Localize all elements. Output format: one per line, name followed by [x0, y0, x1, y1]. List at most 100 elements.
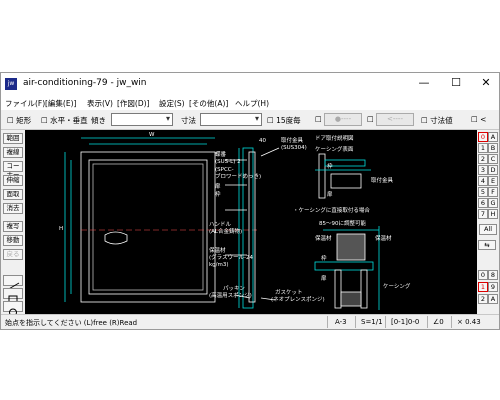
- btn1-checkbox[interactable]: ☐: [315, 115, 322, 124]
- hv-label: 水平・垂直: [50, 116, 88, 125]
- mode-button-1[interactable]: ●----: [324, 113, 362, 126]
- angle-readout[interactable]: ∠0: [433, 318, 444, 326]
- layer-group-3[interactable]: 3: [478, 165, 488, 175]
- cad-drawing: W H 40 蝶番 (SUS-L) 2 (SPCC- ブロワードめっき) 扉 枠…: [59, 132, 411, 310]
- dim-h-label: H: [59, 226, 63, 232]
- menu-view[interactable]: 表示(V): [87, 98, 113, 109]
- title-bar: jw air-conditioning-79 - jw_win — ☐ ✕: [1, 73, 499, 95]
- dim-40-label: 40: [259, 138, 266, 144]
- frame-top-label: 枠: [215, 190, 221, 198]
- rectangle-tool-icon[interactable]: [3, 288, 23, 304]
- group-1[interactable]: 1: [478, 282, 488, 292]
- close-button[interactable]: ✕: [473, 74, 499, 92]
- app-window: jw air-conditioning-79 - jw_win — ☐ ✕ ファ…: [0, 72, 500, 330]
- hinge-top-label: 蝶番: [215, 150, 227, 158]
- menu-other[interactable]: [その他(A)]: [189, 98, 228, 109]
- insulation-label: 保温材: [209, 246, 226, 254]
- tool-move[interactable]: 移動: [3, 235, 23, 246]
- group-9[interactable]: 9: [488, 282, 498, 292]
- layer-F[interactable]: F: [488, 187, 498, 197]
- maximize-button[interactable]: ☐: [443, 74, 469, 92]
- drawing-canvas[interactable]: W H 40 蝶番 (SUS-L) 2 (SPCC- ブロワードめっき) 扉 枠…: [25, 130, 477, 314]
- tool-range[interactable]: 範囲: [3, 133, 23, 144]
- tool-undo[interactable]: 戻る: [3, 249, 23, 260]
- left-toolbar: 範囲 複線 コーナー 伸縮 面取 消去 複写 移動 戻る: [1, 130, 25, 317]
- layer-H[interactable]: H: [488, 209, 498, 219]
- adjust-note: 85～90に調整可能: [319, 219, 366, 227]
- insulation-spec2-label: kg/m3): [209, 262, 229, 268]
- layer-A[interactable]: A: [488, 132, 498, 142]
- casing-surface-label: ケーシング表面: [315, 145, 354, 153]
- tool-stretch[interactable]: 伸縮: [3, 175, 23, 186]
- layer-group-6[interactable]: 6: [478, 198, 488, 208]
- direct-mount-note: ・ケーシングに直接取付る場合: [293, 206, 370, 214]
- layer-all-button[interactable]: All: [479, 224, 497, 235]
- layer-group-1[interactable]: 1: [478, 143, 488, 153]
- menu-help[interactable]: ヘルプ(H): [235, 98, 269, 109]
- menu-edit[interactable]: [編集(E)]: [45, 98, 76, 109]
- group-0[interactable]: 0: [478, 270, 488, 280]
- rect-checkbox[interactable]: ☐ 矩形: [7, 115, 31, 126]
- minimize-button[interactable]: —: [411, 74, 437, 92]
- layer-group-5[interactable]: 5: [478, 187, 488, 197]
- layer-E[interactable]: E: [488, 176, 498, 186]
- layer-G[interactable]: G: [488, 198, 498, 208]
- gasket-label: ガスケット: [275, 288, 303, 296]
- spcc-label: (SPCC-: [215, 167, 234, 173]
- upper-fit-label: 取付金具: [281, 136, 304, 144]
- deg15-checkbox[interactable]: ☐ 15度毎: [267, 115, 301, 126]
- deg15-label: 15度毎: [276, 116, 301, 125]
- window-title: air-conditioning-79 - jw_win: [23, 78, 147, 88]
- dim-select[interactable]: [200, 113, 262, 126]
- zoom-readout[interactable]: × 0.43: [457, 318, 481, 326]
- group-2[interactable]: 2: [478, 294, 488, 304]
- rect-label: 矩形: [16, 116, 32, 125]
- dimval-checkbox[interactable]: ☐ 寸法値: [421, 115, 453, 126]
- mode-button-2[interactable]: <----: [376, 113, 414, 126]
- tool-erase[interactable]: 消去: [3, 203, 23, 214]
- menu-settings[interactable]: 設定(S): [159, 98, 185, 109]
- btn2-checkbox[interactable]: ☐: [367, 115, 374, 124]
- group-A[interactable]: A: [488, 294, 498, 304]
- layer-group-0[interactable]: 0: [478, 132, 488, 142]
- tool-corner[interactable]: コーナー: [3, 161, 23, 179]
- fit-metal-label: 取付金具: [371, 176, 394, 184]
- group-8[interactable]: 8: [488, 270, 498, 280]
- tilt-select[interactable]: [111, 113, 173, 126]
- status-message: 始点を指示してください (L)free (R)Read: [5, 319, 138, 327]
- scale-readout[interactable]: S=1/1: [361, 318, 383, 326]
- insulation-label-2: 保温材: [375, 234, 392, 242]
- layer-D[interactable]: D: [488, 165, 498, 175]
- layer-readout[interactable]: [0-1]0-0: [391, 318, 419, 326]
- menu-draw[interactable]: [作図(D)]: [117, 98, 149, 109]
- menu-bar: ファイル(F) [編集(E)] 表示(V) [作図(D)] 設定(S) [その他…: [1, 95, 499, 110]
- layer-cycle-icon[interactable]: ⇆: [478, 240, 496, 250]
- spcc2-label: ブロワードめっき): [215, 172, 261, 180]
- frame-label-2: 枠: [321, 254, 327, 262]
- knob-label: ハンドル: [209, 222, 232, 228]
- app-icon: jw: [5, 78, 17, 90]
- layer-group-4[interactable]: 4: [478, 176, 488, 186]
- tool-copy[interactable]: 複写: [3, 221, 23, 232]
- hv-checkbox[interactable]: ☐ 水平・垂直: [41, 115, 88, 126]
- door-label-1: 扉: [327, 190, 333, 198]
- right-toolbar: 0 A 1 B 2 C 3 D 4 E 5 F 6 G 7 H All ⇆ 0 …: [477, 130, 499, 314]
- tool-chamfer[interactable]: 面取: [3, 189, 23, 200]
- line-tool-icon[interactable]: [3, 275, 23, 291]
- layer-group-7[interactable]: 7: [478, 209, 488, 219]
- layer-C[interactable]: C: [488, 154, 498, 164]
- menu-file[interactable]: ファイル(F): [5, 98, 45, 109]
- layer-B[interactable]: B: [488, 143, 498, 153]
- tool-offset[interactable]: 複線: [3, 147, 23, 158]
- dimval-label: 寸法値: [430, 116, 453, 125]
- layer-group-2[interactable]: 2: [478, 154, 488, 164]
- insulation-label-1: 保温材: [315, 234, 332, 242]
- lt-checkbox[interactable]: ☐ <: [471, 115, 486, 124]
- circle-tool-icon[interactable]: [3, 301, 23, 317]
- casing-label: ケーシング: [383, 282, 411, 290]
- paper-size[interactable]: A-3: [335, 318, 347, 326]
- status-divider: [427, 316, 428, 328]
- status-divider: [355, 316, 356, 328]
- status-divider: [385, 316, 386, 328]
- packing-spec-label: (高温用スポンジ): [209, 291, 252, 299]
